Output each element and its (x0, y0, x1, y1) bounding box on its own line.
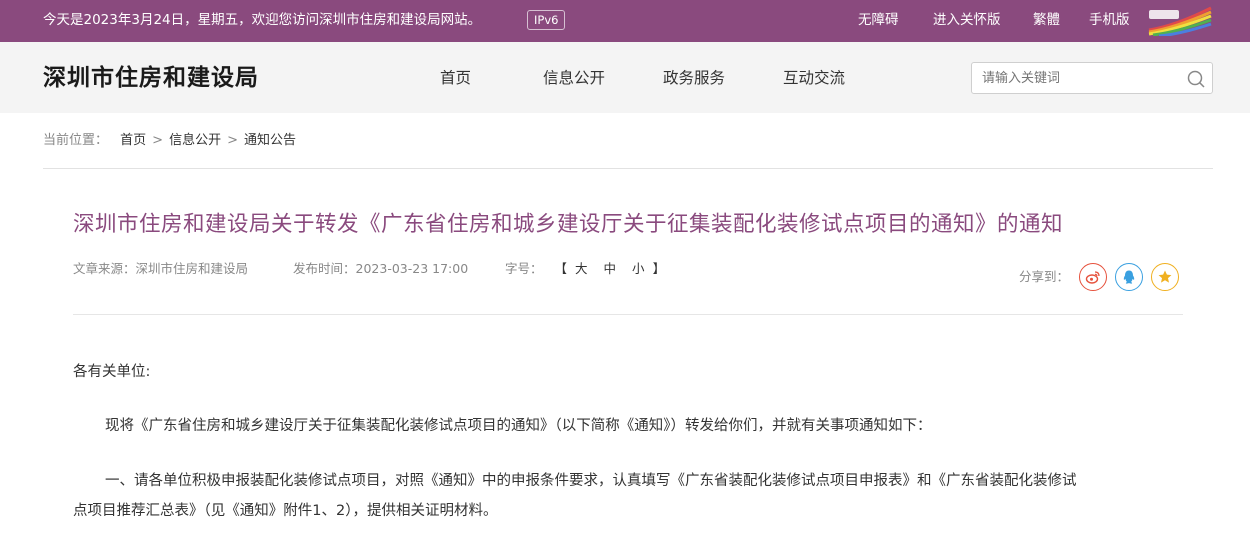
header: 深圳市住房和建设局 首页 信息公开 政务服务 互动交流 (0, 42, 1250, 113)
article-paragraph: 现将《广东省住房和城乡建设厅关于征集装配化装修试点项目的通知》（以下简称《通知》… (105, 418, 932, 434)
breadcrumb-notices[interactable]: 通知公告 (244, 133, 296, 149)
traditional-chinese-link[interactable]: 繁體 (1033, 11, 1060, 29)
date-label: 发布时间： (293, 261, 356, 276)
mobile-version-link[interactable]: 手机版 (1089, 11, 1130, 29)
bracket-close: 】 (652, 261, 666, 276)
accessibility-link[interactable]: 无障碍 (858, 11, 899, 29)
nav-interaction[interactable]: 互动交流 (783, 68, 845, 88)
bracket-open: 【 (554, 261, 568, 276)
breadcrumb-separator: > (227, 133, 238, 148)
qzone-star-icon (1158, 270, 1172, 283)
article-paragraph-continued: 点项目推荐汇总表》（见《通知》附件1、2），提供相关证明材料。 (73, 503, 498, 519)
article-source: 文章来源：深圳市住房和建设局 (73, 261, 248, 277)
breadcrumb-label: 当前位置： (43, 133, 109, 148)
font-size-label: 字号： (505, 261, 543, 276)
font-size-selector: 字号： 【大 中小】 (505, 261, 665, 277)
nav-gov-services[interactable]: 政务服务 (663, 68, 725, 88)
ipv6-badge: IPv6 (527, 10, 566, 30)
breadcrumb-info-disclosure[interactable]: 信息公开 (169, 133, 221, 149)
search-box (971, 62, 1213, 94)
search-icon[interactable] (1186, 69, 1206, 89)
divider (73, 314, 1183, 315)
divider (43, 168, 1213, 169)
qq-penguin-icon (1123, 270, 1135, 284)
share-weibo-button[interactable] (1079, 263, 1107, 291)
nav-info-disclosure[interactable]: 信息公开 (543, 68, 605, 88)
top-bar: 今天是2023年3月24日，星期五，欢迎您访问深圳市住房和建设局网站。 IPv6… (0, 0, 1250, 42)
breadcrumb: 当前位置： 首页 > 信息公开 > 通知公告 (43, 133, 296, 149)
font-size-large[interactable]: 大 (575, 261, 588, 276)
article-title: 深圳市住房和建设局关于转发《广东省住房和城乡建设厅关于征集装配化装修试点项目的通… (73, 212, 1064, 237)
site-title[interactable]: 深圳市住房和建设局 (43, 64, 259, 92)
share-label: 分享到： (1019, 269, 1070, 284)
search-input[interactable] (982, 68, 1182, 88)
date-value: 2023-03-23 17:00 (355, 261, 469, 276)
nav-home[interactable]: 首页 (440, 68, 471, 88)
source-label: 文章来源： (73, 261, 136, 276)
welcome-text: 今天是2023年3月24日，星期五，欢迎您访问深圳市住房和建设局网站。 (43, 12, 482, 28)
font-size-medium[interactable]: 中 (604, 261, 617, 276)
breadcrumb-separator: > (152, 133, 164, 148)
source-value: 深圳市住房和建设局 (135, 261, 249, 276)
font-size-small[interactable]: 小 (632, 261, 645, 276)
article-salutation: 各有关单位: (73, 364, 151, 380)
weibo-icon (1085, 271, 1100, 284)
rainbow-logo-icon[interactable] (1145, 4, 1215, 36)
article-date: 发布时间：2023-03-23 17:00 (293, 261, 468, 277)
breadcrumb-home[interactable]: 首页 (120, 133, 146, 149)
share-qq-button[interactable] (1115, 263, 1143, 291)
share-qzone-button[interactable] (1151, 263, 1179, 291)
article-paragraph: 一、请各单位积极申报装配化装修试点项目，对照《通知》中的申报条件要求，认真填写《… (105, 473, 1077, 489)
care-mode-link[interactable]: 进入关怀版 (933, 11, 1001, 29)
